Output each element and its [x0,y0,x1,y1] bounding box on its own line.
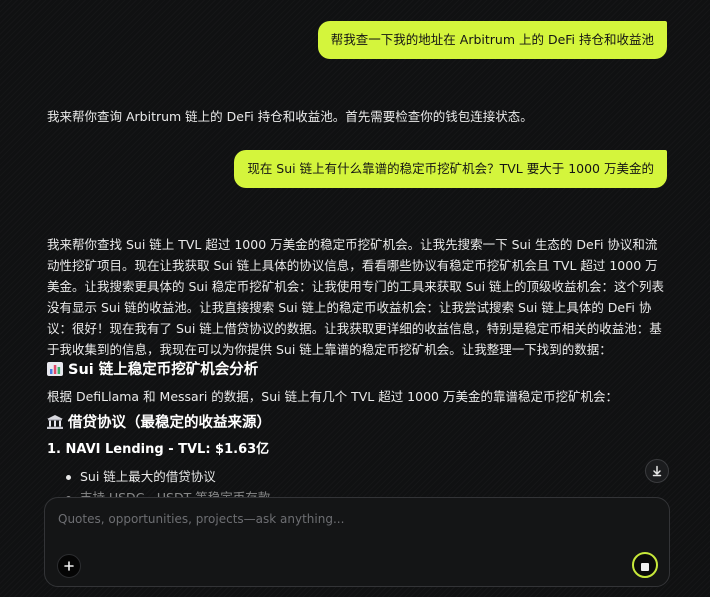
bar-chart-icon [47,362,63,376]
assistant-paragraph-text: 我来帮你查找 Sui 链上 TVL 超过 1000 万美金的稳定币挖矿机会。让我… [47,237,665,357]
chat-page: 帮我查一下我的地址在 Arbitrum 上的 DeFi 持仓和收益池 我来帮你查… [0,0,710,597]
arrow-down-icon [651,462,663,481]
protocol-item-title: 1. NAVI Lending - TVL: $1.63亿 [47,440,269,460]
user-message: 帮我查一下我的地址在 Arbitrum 上的 DeFi 持仓和收益池 [317,21,667,59]
user-message-text: 帮我查一下我的地址在 Arbitrum 上的 DeFi 持仓和收益池 [330,32,654,47]
protocol-item-text: 1. NAVI Lending - TVL: $1.63亿 [47,442,270,457]
section-heading-analysis: Sui 链上稳定币挖矿机会分析 [47,360,258,380]
section-heading-text: Sui 链上稳定币挖矿机会分析 [68,362,259,378]
section-heading-lending: 借贷协议（最稳定的收益来源） [47,413,271,433]
stop-generating-button[interactable] [632,552,658,578]
user-message: 现在 Sui 链上有什么靠谱的稳定币挖矿机会？TVL 要大于 1000 万美金的 [234,150,667,188]
list-item-text: Sui 链上最大的借贷协议 [80,469,216,484]
bank-icon [47,415,63,429]
message-input[interactable] [56,508,620,530]
assistant-paragraph: 我来帮你查找 Sui 链上 TVL 超过 1000 万美金的稳定币挖矿机会。让我… [47,234,667,360]
scroll-to-bottom-button[interactable] [645,459,669,483]
assistant-message: 我来帮你查询 Arbitrum 链上的 DeFi 持仓和收益池。首先需要检查你的… [47,106,667,127]
stop-icon [641,556,649,575]
user-message-text: 现在 Sui 链上有什么靠谱的稳定币挖矿机会？TVL 要大于 1000 万美金的 [247,161,654,176]
list-item: Sui 链上最大的借贷协议 [66,467,216,487]
message-composer [44,497,670,587]
add-attachment-button[interactable] [57,554,81,578]
assistant-message-text: 我来帮你查询 Arbitrum 链上的 DeFi 持仓和收益池。首先需要检查你的… [47,109,533,124]
plus-icon [63,557,75,576]
section-heading-text: 借贷协议（最稳定的收益来源） [68,415,271,431]
intro-line: 根据 DefiLlama 和 Messari 的数据，Sui 链上有几个 TVL… [47,386,667,407]
intro-line-text: 根据 DefiLlama 和 Messari 的数据，Sui 链上有几个 TVL… [47,389,618,404]
